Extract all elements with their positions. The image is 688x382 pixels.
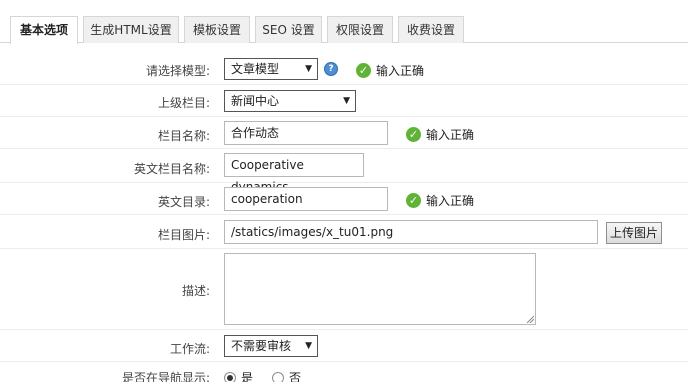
chevron-down-icon: ▼ bbox=[305, 64, 312, 74]
en-name-label: 英文栏目名称: bbox=[133, 162, 210, 176]
chevron-down-icon: ▼ bbox=[305, 341, 312, 351]
tab-seo-settings[interactable]: SEO 设置 bbox=[255, 16, 322, 43]
check-icon: ✓ bbox=[356, 63, 371, 78]
model-label: 请选择模型: bbox=[145, 64, 210, 78]
en-dir-input[interactable]: cooperation bbox=[224, 187, 388, 211]
row-description: 描述: bbox=[0, 250, 688, 330]
description-textarea[interactable] bbox=[224, 253, 536, 325]
radio-checked-icon[interactable] bbox=[224, 371, 236, 382]
en-dir-label: 英文目录: bbox=[157, 195, 210, 209]
nav-display-yes-label: 是 bbox=[241, 371, 254, 382]
tab-basic-options[interactable]: 基本选项 bbox=[10, 16, 78, 44]
parent-select[interactable]: 新闻中心 ▼ bbox=[224, 90, 356, 112]
row-en-name: 英文栏目名称: Cooperative dynamics bbox=[0, 150, 688, 194]
model-status-text: 输入正确 bbox=[376, 64, 425, 78]
nav-display-label: 是否在导航显示: bbox=[121, 371, 210, 382]
image-input[interactable]: /statics/images/x_tu01.png bbox=[224, 220, 598, 244]
tab-template-settings[interactable]: 模板设置 bbox=[184, 16, 250, 43]
tab-bar: 基本选项 生成HTML设置 模板设置 SEO 设置 权限设置 收费设置 bbox=[0, 0, 688, 44]
row-model: 请选择模型: 文章模型 ▼ ? ✓ 输入正确 bbox=[0, 54, 688, 85]
name-label: 栏目名称: bbox=[157, 129, 210, 143]
tab-permission-settings[interactable]: 权限设置 bbox=[327, 16, 393, 43]
row-nav-display: 是否在导航显示: 是 否 bbox=[0, 363, 688, 382]
check-icon: ✓ bbox=[406, 193, 421, 208]
row-parent: 上级栏目: 新闻中心 ▼ bbox=[0, 86, 688, 117]
model-status: ✓ 输入正确 bbox=[356, 62, 424, 79]
row-workflow: 工作流: 不需要审核 ▼ bbox=[0, 331, 688, 362]
tab-charge-settings[interactable]: 收费设置 bbox=[398, 16, 464, 43]
nav-display-no[interactable]: 否 bbox=[272, 369, 301, 382]
tab-html-settings[interactable]: 生成HTML设置 bbox=[83, 16, 179, 43]
nav-display-no-label: 否 bbox=[289, 371, 302, 382]
help-icon[interactable]: ? bbox=[324, 62, 338, 76]
workflow-select-value: 不需要审核 bbox=[231, 339, 292, 353]
name-input[interactable]: 合作动态 bbox=[224, 121, 388, 145]
name-status: ✓ 输入正确 bbox=[406, 126, 474, 143]
en-dir-status-text: 输入正确 bbox=[426, 194, 475, 208]
chevron-down-icon: ▼ bbox=[343, 96, 350, 106]
upload-image-button[interactable]: 上传图片 bbox=[606, 222, 662, 244]
check-icon: ✓ bbox=[406, 127, 421, 142]
model-select-value: 文章模型 bbox=[231, 62, 280, 76]
row-en-dir: 英文目录: cooperation ✓ 输入正确 bbox=[0, 184, 688, 215]
name-status-text: 输入正确 bbox=[426, 128, 475, 142]
workflow-select[interactable]: 不需要审核 ▼ bbox=[224, 335, 318, 357]
model-select[interactable]: 文章模型 ▼ bbox=[224, 58, 318, 80]
nav-display-yes[interactable]: 是 bbox=[224, 369, 253, 382]
parent-select-value: 新闻中心 bbox=[231, 94, 280, 108]
en-dir-status: ✓ 输入正确 bbox=[406, 192, 474, 209]
workflow-label: 工作流: bbox=[169, 342, 210, 356]
resize-handle-icon[interactable] bbox=[526, 315, 534, 323]
en-name-input[interactable]: Cooperative dynamics bbox=[224, 153, 364, 194]
row-name: 栏目名称: 合作动态 ✓ 输入正确 bbox=[0, 118, 688, 149]
row-image: 栏目图片: /statics/images/x_tu01.png 上传图片 bbox=[0, 216, 688, 249]
parent-label: 上级栏目: bbox=[157, 96, 210, 110]
radio-unchecked-icon[interactable] bbox=[272, 371, 284, 382]
image-label: 栏目图片: bbox=[157, 228, 210, 242]
description-label: 描述: bbox=[181, 284, 210, 298]
